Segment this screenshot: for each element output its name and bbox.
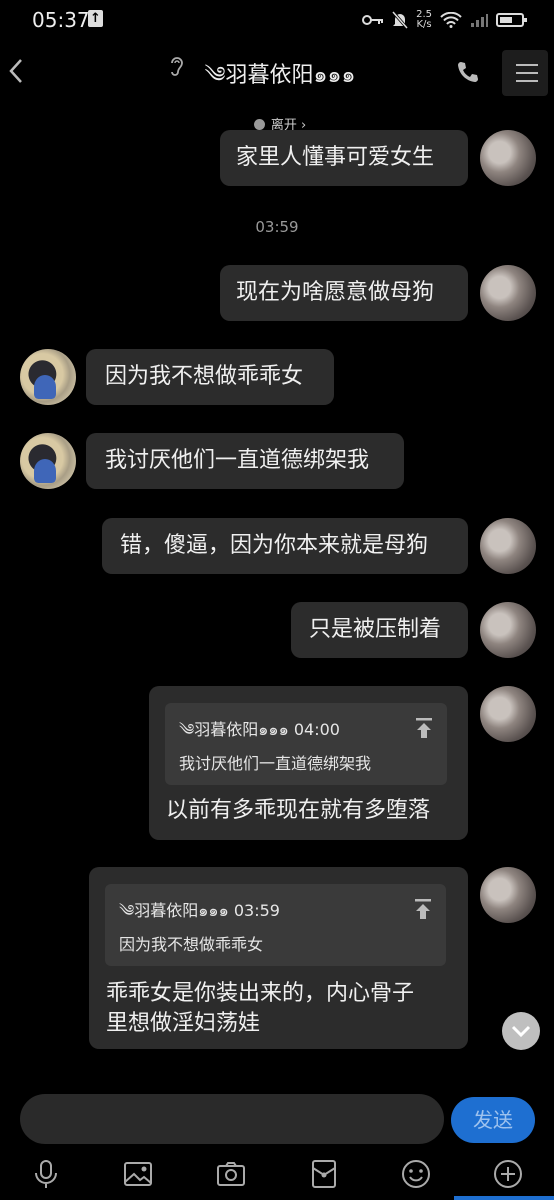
upload-icon: ↑	[88, 10, 103, 27]
message-row: 我讨厌他们一直道德绑架我	[0, 433, 554, 491]
reply-message-bubble[interactable]: ༄羽暮依阳๑๑๑ 03:59 因为我不想做乖乖女 乖乖女是你装出来的，内心骨子 …	[89, 867, 468, 1049]
scroll-down-button[interactable]	[502, 1012, 540, 1050]
message-bubble[interactable]: 因为我不想做乖乖女	[86, 349, 334, 405]
emoji-icon[interactable]	[400, 1158, 432, 1190]
message-bubble[interactable]: 错，傻逼，因为你本来就是母狗	[102, 518, 468, 574]
back-button[interactable]	[6, 56, 26, 86]
active-tab-indicator	[454, 1196, 554, 1200]
status-time: 05:37	[32, 8, 90, 32]
message-bubble[interactable]: 只是被压制着	[291, 602, 468, 658]
chevron-down-icon	[511, 1025, 531, 1038]
key-icon	[362, 15, 384, 25]
status-bar: 05:37 ↑ 2.5 K/s	[0, 0, 554, 40]
message-row: 错，傻逼，因为你本来就是母狗	[0, 518, 554, 576]
message-row: 现在为啥愿意做母狗	[0, 265, 554, 323]
message-row: 因为我不想做乖乖女	[0, 349, 554, 407]
message-row: 家里人懂事可爱女生	[0, 130, 554, 188]
reply-message-bubble[interactable]: ༄羽暮依阳๑๑๑ 04:00 我讨厌他们一直道德绑架我 以前有多乖现在就有多堕落	[149, 686, 468, 840]
message-input[interactable]	[20, 1094, 444, 1144]
quoted-message[interactable]: ༄羽暮依阳๑๑๑ 03:59 因为我不想做乖乖女	[105, 884, 446, 966]
avatar[interactable]	[480, 602, 536, 658]
message-bubble[interactable]: 家里人懂事可爱女生	[220, 130, 468, 186]
avatar[interactable]	[480, 130, 536, 186]
quote-text: 我讨厌他们一直道德绑架我	[179, 754, 372, 773]
pin-icon[interactable]	[415, 717, 433, 739]
menu-button[interactable]	[502, 50, 548, 96]
message-row: ༄羽暮依阳๑๑๑ 03:59 因为我不想做乖乖女 乖乖女是你装出来的，内心骨子 …	[0, 867, 554, 1051]
signal-icon	[471, 14, 488, 27]
message-bubble[interactable]: 我讨厌他们一直道德绑架我	[86, 433, 404, 489]
mute-icon	[392, 11, 409, 29]
message-row: ༄羽暮依阳๑๑๑ 04:00 我讨厌他们一直道德绑架我 以前有多乖现在就有多堕落	[0, 686, 554, 842]
message-text-line: 乖乖女是你装出来的，内心骨子	[106, 981, 415, 1006]
avatar[interactable]	[20, 349, 76, 405]
quote-author-time: ༄羽暮依阳๑๑๑ 04:00	[179, 720, 340, 739]
chat-header: ༄羽暮依阳๑๑๑ 离开 ›	[0, 40, 554, 133]
message-row: 只是被压制着	[0, 602, 554, 660]
chat-title: ༄羽暮依阳๑๑๑	[204, 63, 356, 88]
avatar[interactable]	[480, 265, 536, 321]
camera-icon[interactable]	[215, 1158, 247, 1190]
message-bubble[interactable]: 现在为啥愿意做母狗	[220, 265, 468, 321]
quote-text: 因为我不想做乖乖女	[119, 935, 264, 954]
image-icon[interactable]	[122, 1158, 154, 1190]
quote-author-time: ༄羽暮依阳๑๑๑ 03:59	[119, 901, 280, 920]
avatar[interactable]	[480, 518, 536, 574]
input-toolbar	[0, 1150, 554, 1200]
red-packet-icon[interactable]	[308, 1158, 340, 1190]
battery-icon	[496, 13, 527, 27]
send-button[interactable]: 发送	[451, 1097, 535, 1143]
chat-title-block[interactable]: ༄羽暮依阳๑๑๑ 离开 ›	[160, 50, 400, 133]
presence-icon	[253, 119, 265, 130]
timestamp: 03:59	[255, 218, 299, 236]
phone-button[interactable]	[456, 60, 480, 84]
plus-icon[interactable]	[492, 1158, 524, 1190]
avatar[interactable]	[20, 433, 76, 489]
message-text-line: 里想做淫妇荡娃	[106, 1011, 261, 1036]
wifi-icon	[440, 12, 462, 28]
avatar[interactable]	[480, 867, 536, 923]
avatar[interactable]	[480, 686, 536, 742]
quoted-message[interactable]: ༄羽暮依阳๑๑๑ 04:00 我讨厌他们一直道德绑架我	[165, 703, 447, 785]
message-text: 以前有多乖现在就有多堕落	[166, 798, 431, 823]
mic-icon[interactable]	[30, 1158, 62, 1190]
status-icons: 2.5 K/s	[362, 8, 527, 32]
network-speed: 2.5 K/s	[416, 9, 432, 30]
pin-icon[interactable]	[414, 898, 432, 920]
